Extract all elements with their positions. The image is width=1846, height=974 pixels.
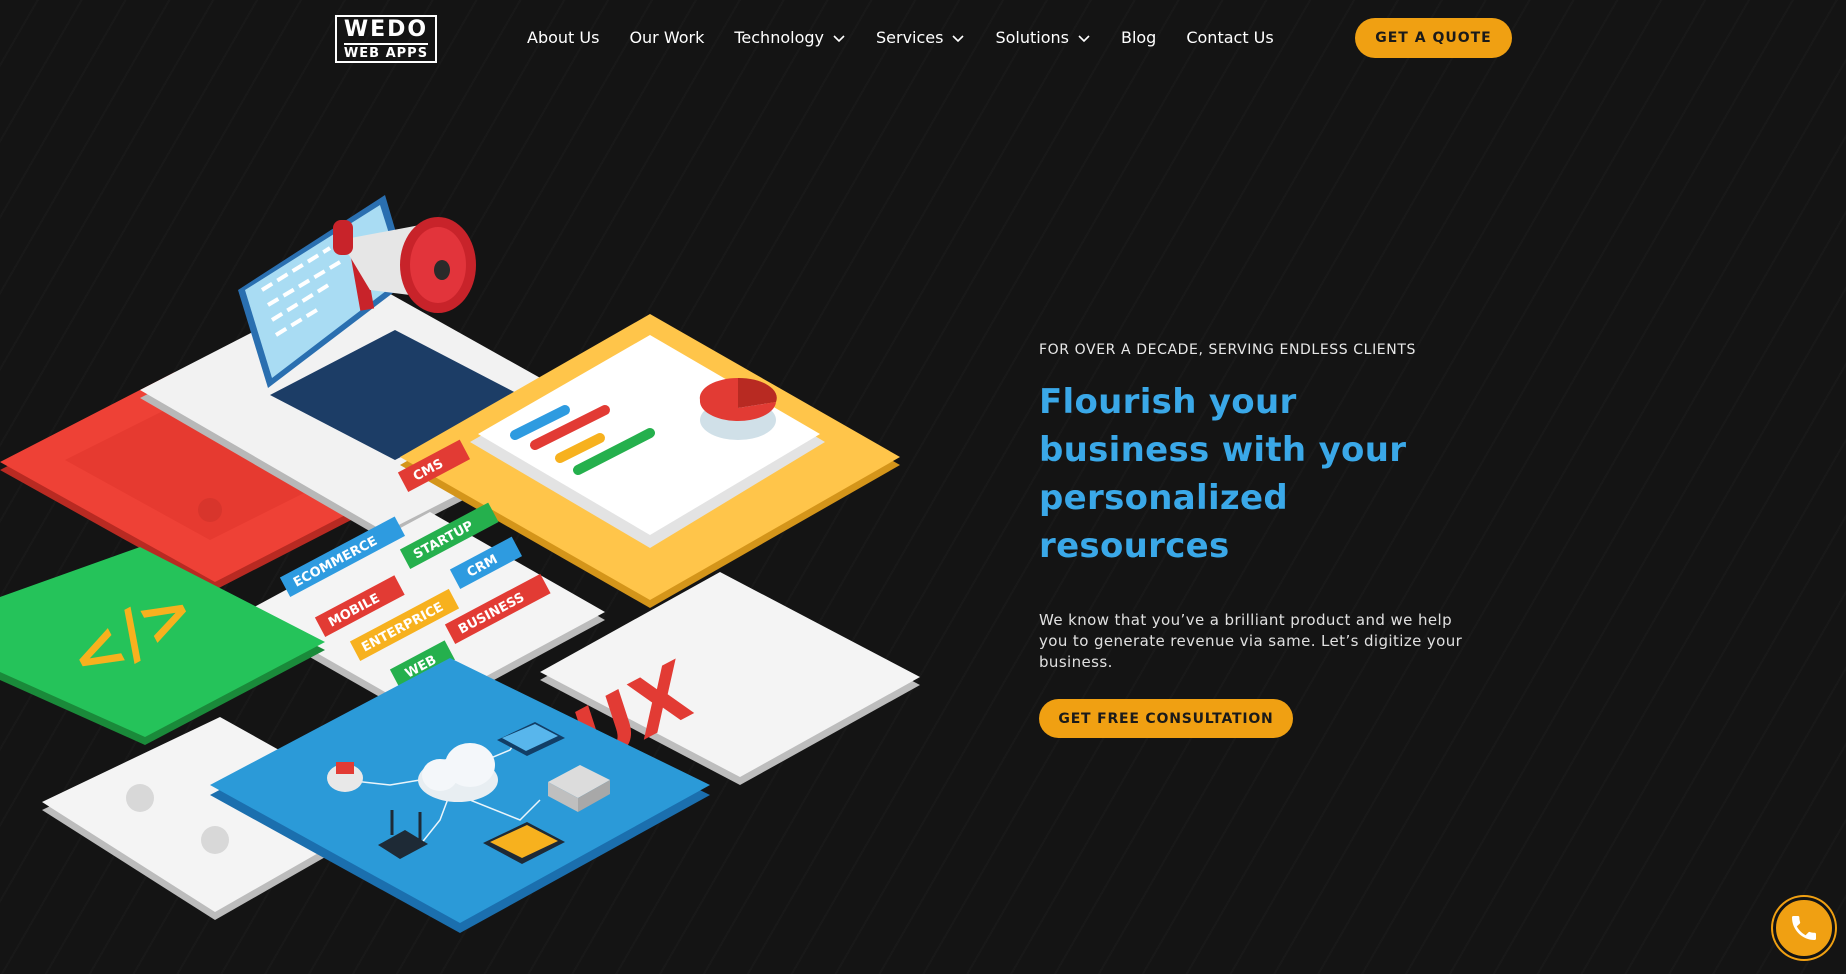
hero-lead: We know that you’ve a brilliant product … bbox=[1039, 611, 1463, 671]
code-tile: </> bbox=[0, 547, 325, 745]
nav-about-us[interactable]: About Us bbox=[527, 28, 599, 47]
phone-icon bbox=[1792, 916, 1816, 940]
nav-label: About Us bbox=[527, 28, 600, 47]
nav-our-work[interactable]: Our Work bbox=[629, 28, 704, 47]
nav-solutions[interactable]: Solutions bbox=[995, 28, 1091, 47]
call-button[interactable] bbox=[1773, 897, 1835, 959]
chevron-down-icon bbox=[833, 34, 845, 42]
chevron-down-icon bbox=[952, 34, 965, 42]
get-a-quote-button[interactable]: GET A QUOTE bbox=[1355, 18, 1512, 58]
nav-label: Blog bbox=[1120, 28, 1157, 47]
site-header: WEDO WEB APPS About Us Our Work Technolo… bbox=[0, 0, 1846, 78]
hero-eyebrow: FOR OVER A DECADE, SERVING ENDLESS CLIEN… bbox=[1039, 342, 1416, 358]
get-free-consultation-button[interactable]: GET FREE CONSULTATION bbox=[1039, 699, 1293, 738]
nav-technology[interactable]: Technology bbox=[734, 28, 846, 47]
hero-illustration: UX CMS ECOMMERCE STARTUP CRM MOBILE ENTE… bbox=[0, 195, 920, 933]
logo-line-2: WEB APPS bbox=[343, 42, 429, 60]
chevron-down-icon bbox=[1078, 34, 1090, 42]
hero-headline: Flourish your business with your persona… bbox=[1039, 382, 1407, 566]
logo[interactable]: WEDO WEB APPS bbox=[335, 15, 437, 63]
nav-label: Our Work bbox=[629, 28, 705, 47]
nav-blog[interactable]: Blog bbox=[1121, 28, 1156, 47]
nav-contact-us[interactable]: Contact Us bbox=[1186, 28, 1273, 47]
main-nav: About Us Our Work Technology Services So… bbox=[527, 28, 1304, 47]
nav-label: Technology bbox=[734, 28, 824, 47]
nav-label: Contact Us bbox=[1186, 28, 1274, 47]
logo-line-1: WEDO bbox=[343, 16, 429, 42]
nav-label: Services bbox=[875, 28, 944, 47]
hero-section: FOR OVER A DECADE, SERVING ENDLESS CLIEN… bbox=[1039, 342, 1479, 738]
nav-label: Solutions bbox=[995, 28, 1069, 47]
nav-services[interactable]: Services bbox=[876, 28, 965, 47]
